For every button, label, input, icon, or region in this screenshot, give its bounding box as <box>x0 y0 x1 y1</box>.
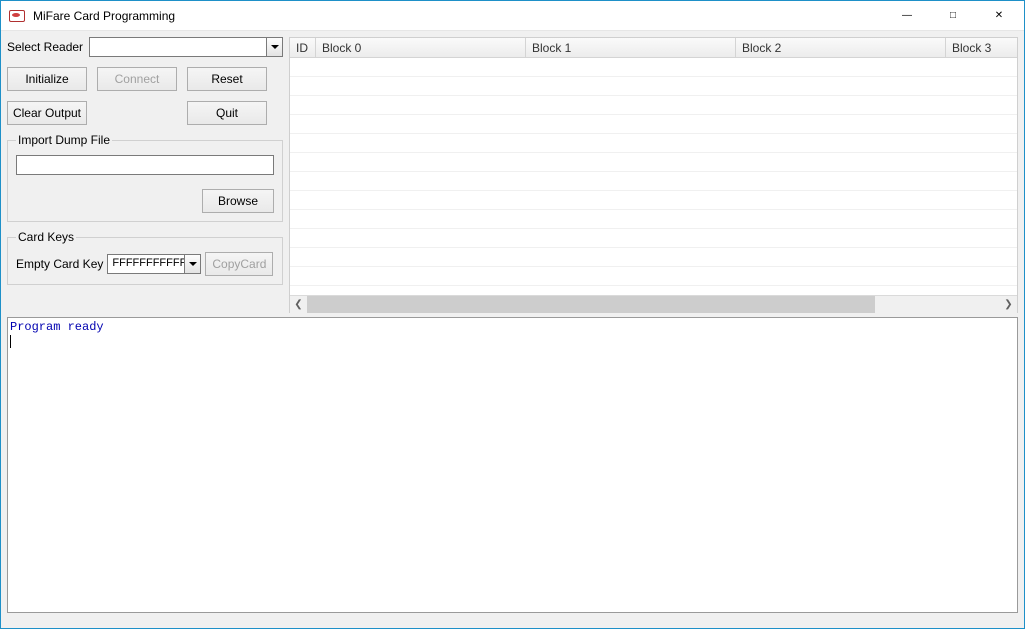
chevron-down-icon[interactable] <box>184 255 200 273</box>
dump-file-path-input[interactable] <box>16 155 274 175</box>
title-bar: MiFare Card Programming — □ ✕ <box>1 1 1024 31</box>
quit-button[interactable]: Quit <box>187 101 267 125</box>
table-row <box>290 210 1017 229</box>
import-dump-group: Import Dump File Browse <box>7 133 283 222</box>
initialize-button[interactable]: Initialize <box>7 67 87 91</box>
browse-button[interactable]: Browse <box>202 189 274 213</box>
copycard-button[interactable]: CopyCard <box>205 252 273 276</box>
column-header-block1[interactable]: Block 1 <box>526 38 736 57</box>
table-row <box>290 153 1017 172</box>
table-row <box>290 191 1017 210</box>
card-keys-legend: Card Keys <box>16 230 76 244</box>
grid-body[interactable] <box>290 58 1017 286</box>
empty-card-key-label: Empty Card Key <box>16 257 103 271</box>
maximize-button[interactable]: □ <box>930 1 976 31</box>
table-row <box>290 248 1017 267</box>
column-header-id[interactable]: ID <box>290 38 316 57</box>
empty-card-key-value: FFFFFFFFFFFF <box>112 257 193 269</box>
window-title: MiFare Card Programming <box>33 9 175 23</box>
table-row <box>290 134 1017 153</box>
reset-button[interactable]: Reset <box>187 67 267 91</box>
table-row <box>290 267 1017 286</box>
output-text: Program ready <box>10 320 104 334</box>
column-header-block0[interactable]: Block 0 <box>316 38 526 57</box>
table-row <box>290 172 1017 191</box>
select-reader-label: Select Reader <box>7 40 83 54</box>
scrollbar-thumb[interactable] <box>307 296 875 313</box>
grid-header-row: ID Block 0 Block 1 Block 2 Block 3 <box>290 38 1017 58</box>
table-row <box>290 58 1017 77</box>
table-row <box>290 229 1017 248</box>
empty-card-key-combobox[interactable]: FFFFFFFFFFFF <box>107 254 201 274</box>
control-panel: Select Reader Initialize Connect Reset C… <box>7 37 283 313</box>
scrollbar-track[interactable] <box>307 296 1000 313</box>
scroll-right-icon[interactable]: ❯ <box>1000 296 1017 313</box>
clear-output-button[interactable]: Clear Output <box>7 101 87 125</box>
output-console[interactable]: Program ready <box>7 317 1018 613</box>
connect-button[interactable]: Connect <box>97 67 177 91</box>
scroll-left-icon[interactable]: ❮ <box>290 296 307 313</box>
reader-combobox[interactable] <box>89 37 283 57</box>
table-row <box>290 96 1017 115</box>
table-row <box>290 77 1017 96</box>
import-dump-legend: Import Dump File <box>16 133 112 147</box>
close-button[interactable]: ✕ <box>976 1 1022 31</box>
chevron-down-icon[interactable] <box>266 38 282 56</box>
main-window: MiFare Card Programming — □ ✕ Select Rea… <box>0 0 1025 629</box>
minimize-button[interactable]: — <box>884 1 930 31</box>
app-icon <box>9 10 25 22</box>
column-header-block3[interactable]: Block 3 <box>946 38 1017 57</box>
block-grid: ID Block 0 Block 1 Block 2 Block 3 <box>289 37 1018 313</box>
text-caret <box>10 335 11 348</box>
table-row <box>290 115 1017 134</box>
horizontal-scrollbar[interactable]: ❮ ❯ <box>290 295 1017 312</box>
column-header-block2[interactable]: Block 2 <box>736 38 946 57</box>
card-keys-group: Card Keys Empty Card Key FFFFFFFFFFFF Co… <box>7 230 283 285</box>
